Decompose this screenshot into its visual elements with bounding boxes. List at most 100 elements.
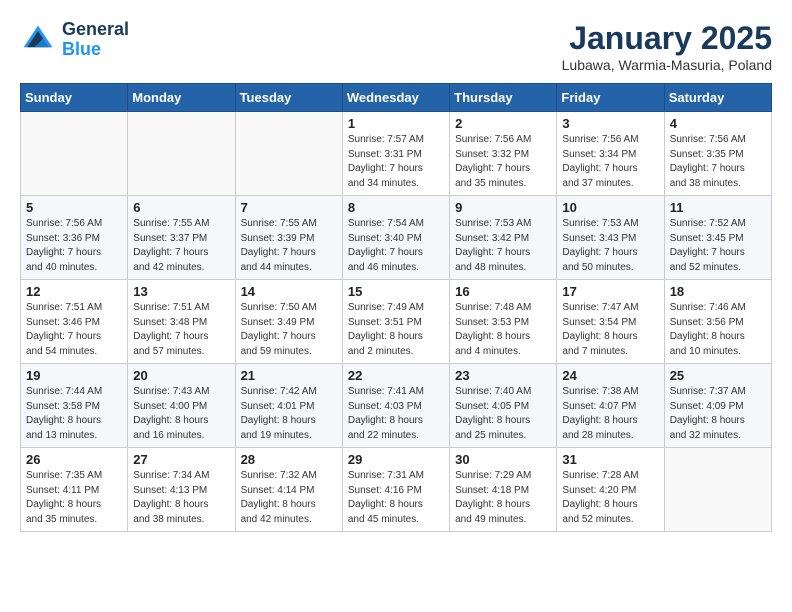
day-detail: Sunrise: 7:44 AM Sunset: 3:58 PM Dayligh… [26,385,122,443]
calendar-day-cell: 2 Sunrise: 7:56 AM Sunset: 3:32 PM Daylig… [450,112,557,196]
day-number: 25 [670,368,766,383]
calendar-day-cell: 28 Sunrise: 7:32 AM Sunset: 4:14 PM Dayli… [235,448,342,532]
calendar-day-cell: 21 Sunrise: 7:42 AM Sunset: 4:01 PM Dayli… [235,364,342,448]
day-number: 22 [348,368,444,383]
day-detail: Sunrise: 7:56 AM Sunset: 3:32 PM Dayligh… [455,133,551,191]
day-detail: Sunrise: 7:31 AM Sunset: 4:16 PM Dayligh… [348,469,444,527]
day-number: 6 [133,200,229,215]
calendar-day-cell [664,448,771,532]
logo-line1: General [62,20,129,40]
day-number: 13 [133,284,229,299]
day-detail: Sunrise: 7:42 AM Sunset: 4:01 PM Dayligh… [241,385,337,443]
day-detail: Sunrise: 7:53 AM Sunset: 3:43 PM Dayligh… [562,217,658,275]
day-number: 21 [241,368,337,383]
calendar-week-row: 1Sunrise: 7:57 AM Sunset: 3:31 PM Daylig… [21,112,772,196]
day-number: 24 [562,368,658,383]
day-number: 28 [241,452,337,467]
day-number: 15 [348,284,444,299]
day-detail: Sunrise: 7:50 AM Sunset: 3:49 PM Dayligh… [241,301,337,359]
weekday-header-cell: Tuesday [235,84,342,112]
page-header: General Blue January 2025 Lubawa, Warmia… [20,20,772,73]
calendar-day-cell [21,112,128,196]
weekday-header-cell: Wednesday [342,84,449,112]
calendar-week-row: 26 Sunrise: 7:35 AM Sunset: 4:11 PM Dayli… [21,448,772,532]
day-detail: Sunrise: 7:52 AM Sunset: 3:45 PM Dayligh… [670,217,766,275]
day-detail: Sunrise: 7:40 AM Sunset: 4:05 PM Dayligh… [455,385,551,443]
calendar-week-row: 19Sunrise: 7:44 AM Sunset: 3:58 PM Dayli… [21,364,772,448]
day-number: 16 [455,284,551,299]
calendar-week-row: 5Sunrise: 7:56 AM Sunset: 3:36 PM Daylig… [21,196,772,280]
day-detail: Sunrise: 7:56 AM Sunset: 3:35 PM Dayligh… [670,133,766,191]
calendar-day-cell: 4 Sunrise: 7:56 AM Sunset: 3:35 PM Daylig… [664,112,771,196]
weekday-header-cell: Thursday [450,84,557,112]
day-detail: Sunrise: 7:49 AM Sunset: 3:51 PM Dayligh… [348,301,444,359]
day-detail: Sunrise: 7:55 AM Sunset: 3:39 PM Dayligh… [241,217,337,275]
calendar-body: 1Sunrise: 7:57 AM Sunset: 3:31 PM Daylig… [21,112,772,532]
calendar-day-cell: 13 Sunrise: 7:51 AM Sunset: 3:48 PM Dayli… [128,280,235,364]
day-number: 31 [562,452,658,467]
weekday-header-cell: Friday [557,84,664,112]
day-detail: Sunrise: 7:47 AM Sunset: 3:54 PM Dayligh… [562,301,658,359]
calendar-day-cell: 22 Sunrise: 7:41 AM Sunset: 4:03 PM Dayli… [342,364,449,448]
calendar-day-cell: 11Sunrise: 7:52 AM Sunset: 3:45 PM Dayli… [664,196,771,280]
day-detail: Sunrise: 7:41 AM Sunset: 4:03 PM Dayligh… [348,385,444,443]
day-detail: Sunrise: 7:34 AM Sunset: 4:13 PM Dayligh… [133,469,229,527]
calendar-day-cell: 18Sunrise: 7:46 AM Sunset: 3:56 PM Dayli… [664,280,771,364]
calendar-day-cell: 5Sunrise: 7:56 AM Sunset: 3:36 PM Daylig… [21,196,128,280]
day-number: 23 [455,368,551,383]
calendar-day-cell: 7Sunrise: 7:55 AM Sunset: 3:39 PM Daylig… [235,196,342,280]
calendar-day-cell [235,112,342,196]
day-number: 12 [26,284,122,299]
calendar-day-cell: 20 Sunrise: 7:43 AM Sunset: 4:00 PM Dayli… [128,364,235,448]
logo-line2: Blue [62,40,129,60]
day-detail: Sunrise: 7:29 AM Sunset: 4:18 PM Dayligh… [455,469,551,527]
day-number: 4 [670,116,766,131]
day-number: 30 [455,452,551,467]
day-detail: Sunrise: 7:38 AM Sunset: 4:07 PM Dayligh… [562,385,658,443]
calendar-day-cell: 16 Sunrise: 7:48 AM Sunset: 3:53 PM Dayli… [450,280,557,364]
day-number: 9 [455,200,551,215]
day-detail: Sunrise: 7:51 AM Sunset: 3:46 PM Dayligh… [26,301,122,359]
day-detail: Sunrise: 7:53 AM Sunset: 3:42 PM Dayligh… [455,217,551,275]
calendar-day-cell: 25 Sunrise: 7:37 AM Sunset: 4:09 PM Dayli… [664,364,771,448]
calendar-day-cell: 27Sunrise: 7:34 AM Sunset: 4:13 PM Dayli… [128,448,235,532]
calendar-day-cell: 15 Sunrise: 7:49 AM Sunset: 3:51 PM Dayli… [342,280,449,364]
day-detail: Sunrise: 7:37 AM Sunset: 4:09 PM Dayligh… [670,385,766,443]
calendar-day-cell: 23 Sunrise: 7:40 AM Sunset: 4:05 PM Dayli… [450,364,557,448]
calendar-day-cell: 29Sunrise: 7:31 AM Sunset: 4:16 PM Dayli… [342,448,449,532]
day-number: 20 [133,368,229,383]
weekday-header-row: SundayMondayTuesdayWednesdayThursdayFrid… [21,84,772,112]
calendar-day-cell: 31 Sunrise: 7:28 AM Sunset: 4:20 PM Dayli… [557,448,664,532]
calendar-day-cell: 26 Sunrise: 7:35 AM Sunset: 4:11 PM Dayli… [21,448,128,532]
location-subtitle: Lubawa, Warmia-Masuria, Poland [562,57,772,73]
calendar-day-cell: 30 Sunrise: 7:29 AM Sunset: 4:18 PM Dayli… [450,448,557,532]
day-detail: Sunrise: 7:55 AM Sunset: 3:37 PM Dayligh… [133,217,229,275]
calendar-day-cell: 8Sunrise: 7:54 AM Sunset: 3:40 PM Daylig… [342,196,449,280]
logo-icon [20,22,56,58]
calendar-day-cell: 9 Sunrise: 7:53 AM Sunset: 3:42 PM Daylig… [450,196,557,280]
calendar-day-cell: 3Sunrise: 7:56 AM Sunset: 3:34 PM Daylig… [557,112,664,196]
day-number: 2 [455,116,551,131]
day-number: 10 [562,200,658,215]
calendar-day-cell: 10 Sunrise: 7:53 AM Sunset: 3:43 PM Dayli… [557,196,664,280]
day-number: 1 [348,116,444,131]
calendar-day-cell: 12 Sunrise: 7:51 AM Sunset: 3:46 PM Dayli… [21,280,128,364]
day-number: 26 [26,452,122,467]
day-number: 3 [562,116,658,131]
calendar-table: SundayMondayTuesdayWednesdayThursdayFrid… [20,83,772,532]
day-detail: Sunrise: 7:51 AM Sunset: 3:48 PM Dayligh… [133,301,229,359]
calendar-week-row: 12 Sunrise: 7:51 AM Sunset: 3:46 PM Dayli… [21,280,772,364]
calendar-day-cell: 19Sunrise: 7:44 AM Sunset: 3:58 PM Dayli… [21,364,128,448]
weekday-header-cell: Saturday [664,84,771,112]
title-block: January 2025 Lubawa, Warmia-Masuria, Pol… [562,20,772,73]
day-detail: Sunrise: 7:48 AM Sunset: 3:53 PM Dayligh… [455,301,551,359]
day-detail: Sunrise: 7:35 AM Sunset: 4:11 PM Dayligh… [26,469,122,527]
day-detail: Sunrise: 7:28 AM Sunset: 4:20 PM Dayligh… [562,469,658,527]
day-detail: Sunrise: 7:56 AM Sunset: 3:36 PM Dayligh… [26,217,122,275]
day-detail: Sunrise: 7:43 AM Sunset: 4:00 PM Dayligh… [133,385,229,443]
day-number: 8 [348,200,444,215]
logo: General Blue [20,20,129,60]
calendar-day-cell [128,112,235,196]
day-detail: Sunrise: 7:32 AM Sunset: 4:14 PM Dayligh… [241,469,337,527]
day-number: 18 [670,284,766,299]
